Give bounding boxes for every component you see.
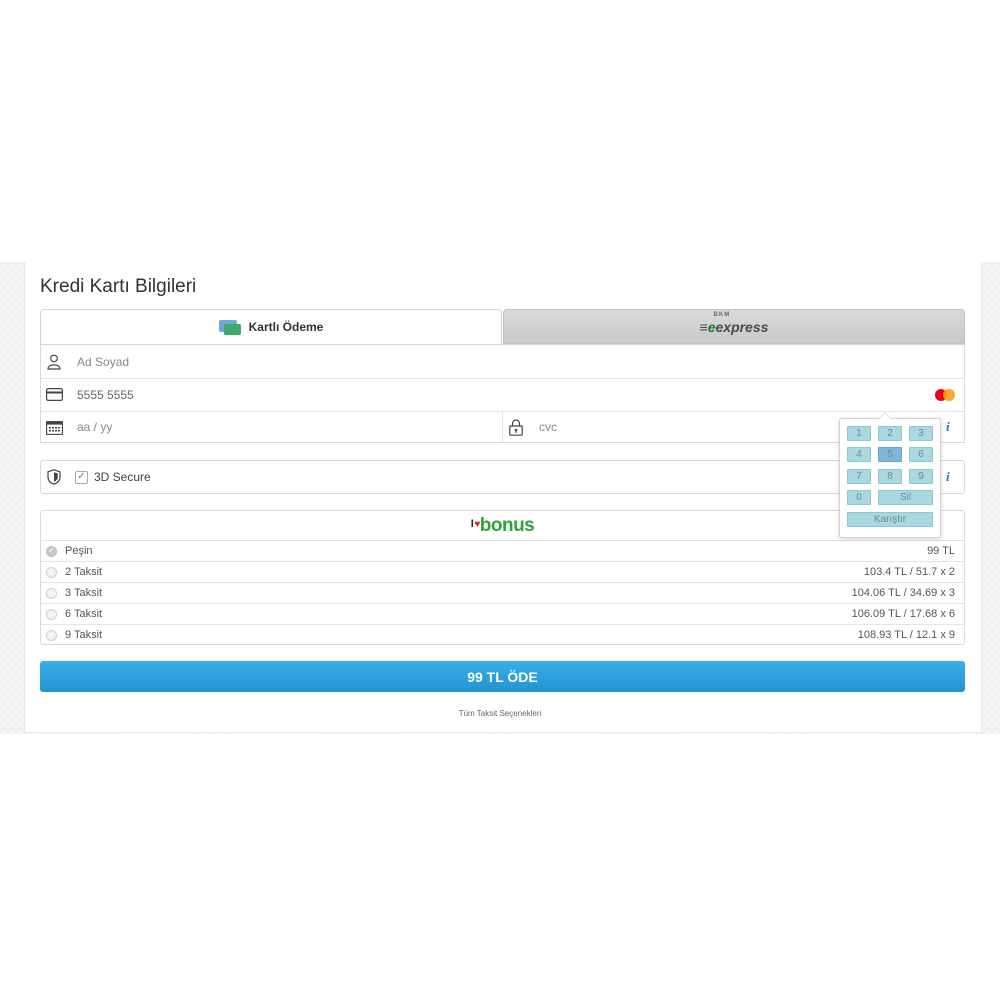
tab-express[interactable]: BKM ≡eexpress — [503, 309, 965, 344]
keypad-shuffle-button[interactable]: Karıştır — [847, 512, 933, 527]
name-row — [41, 345, 964, 379]
keypad-key-1[interactable]: 1 — [847, 426, 871, 441]
shield-icon — [45, 468, 63, 486]
payment-tabs: Kartlı Ödeme BKM ≡eexpress — [40, 309, 965, 345]
installment-price: 103.4 TL / 51.7 x 2 — [863, 566, 955, 578]
credit-card-icon — [218, 319, 241, 335]
tab-card-payment[interactable]: Kartlı Ödeme — [40, 309, 502, 344]
secure-box: ✓ 3D Secure — [40, 460, 965, 494]
keypad-key-5[interactable]: 5 — [878, 447, 902, 462]
pay-button[interactable]: 99 TL ÖDE — [40, 661, 965, 692]
installment-label: 3 Taksit — [65, 587, 103, 599]
secure-checkbox[interactable]: ✓ — [75, 470, 88, 484]
installment-row[interactable]: 6 Taksit 106.09 TL / 17.68 x 6 — [41, 604, 964, 625]
keypad-key-7[interactable]: 7 — [847, 469, 871, 484]
installment-row[interactable]: 3 Taksit 104.06 TL / 34.69 x 3 — [41, 583, 964, 604]
keypad-key-9[interactable]: 9 — [909, 469, 933, 484]
expiry-cvc-row — [41, 411, 964, 444]
installment-radio[interactable] — [46, 608, 57, 620]
card-number-row — [41, 378, 964, 412]
installment-row[interactable]: ✓ Peşin 99 TL — [41, 541, 964, 562]
name-input[interactable] — [77, 351, 857, 372]
virtual-keypad: 1 2 3 4 5 6 7 8 9 0 Sil Karıştır — [839, 412, 941, 538]
keypad-key-8[interactable]: 8 — [878, 469, 902, 484]
lock-icon — [507, 418, 525, 436]
expiry-input[interactable] — [77, 417, 477, 437]
calendar-icon — [45, 418, 63, 436]
installment-label: 2 Taksit — [65, 566, 103, 578]
card-form — [40, 344, 965, 443]
cvc-info-icon[interactable]: i — [946, 419, 950, 435]
installment-price: 104.06 TL / 34.69 x 3 — [851, 587, 955, 599]
installment-table: I♥bonus ✓ Peşin 99 TL 2 Taksit 103.4 TL … — [40, 510, 965, 645]
installment-row[interactable]: 2 Taksit 103.4 TL / 51.7 x 2 — [41, 562, 964, 583]
bonus-header: I♥bonus — [41, 511, 964, 541]
keypad-key-2[interactable]: 2 — [878, 426, 902, 441]
secure-info-icon[interactable]: i — [946, 469, 950, 485]
keypad-key-3[interactable]: 3 — [909, 426, 933, 441]
installment-price: 99 TL — [927, 545, 955, 557]
installment-row[interactable]: 9 Taksit 108.93 TL / 12.1 x 9 — [41, 625, 964, 645]
installment-radio[interactable] — [46, 566, 57, 578]
keypad-key-6[interactable]: 6 — [909, 447, 933, 462]
user-icon — [45, 353, 63, 371]
card-number-input[interactable] — [77, 384, 857, 405]
installment-radio[interactable] — [46, 629, 57, 641]
installment-label: 9 Taksit — [65, 629, 103, 641]
installment-label: 6 Taksit — [65, 608, 103, 620]
installment-price: 108.93 TL / 12.1 x 9 — [857, 629, 955, 641]
expiry-cell — [41, 411, 503, 443]
installment-label: Peşin — [65, 545, 93, 557]
tab-card-label: Kartlı Ödeme — [248, 320, 324, 334]
cvc-input[interactable] — [539, 417, 829, 437]
page-title: Kredi Kartı Bilgileri — [40, 276, 197, 297]
secure-label: 3D Secure — [94, 470, 151, 484]
installment-radio[interactable]: ✓ — [46, 545, 57, 557]
card-icon — [45, 386, 63, 404]
keypad-key-4[interactable]: 4 — [847, 447, 871, 462]
bonus-logo: I♥bonus — [470, 514, 535, 536]
keypad-arrow — [878, 412, 892, 419]
keypad-key-0[interactable]: 0 — [847, 490, 871, 505]
installment-price: 106.09 TL / 17.68 x 6 — [851, 608, 955, 620]
express-logo: BKM ≡eexpress — [699, 311, 769, 335]
keypad-delete-button[interactable]: Sil — [878, 490, 933, 505]
installment-radio[interactable] — [46, 587, 57, 599]
all-installments-link[interactable]: Tüm Taksit Seçenekleri — [0, 709, 1000, 718]
mastercard-icon — [935, 389, 955, 401]
